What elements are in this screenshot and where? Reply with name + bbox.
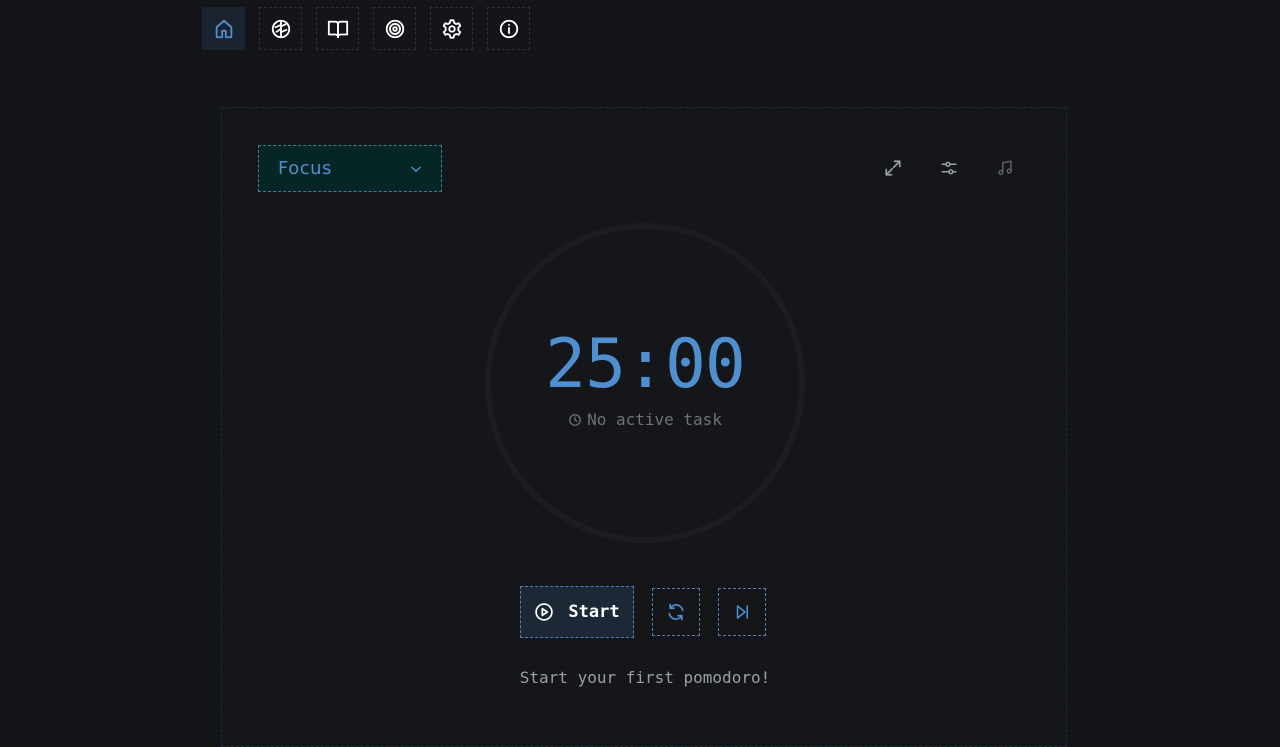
- target-icon: [385, 19, 404, 38]
- top-nav: [202, 7, 530, 50]
- nav-home-button[interactable]: [202, 7, 245, 50]
- sliders-icon: [941, 161, 957, 175]
- reset-button[interactable]: [652, 588, 700, 636]
- nav-book-button[interactable]: [316, 7, 359, 50]
- nav-brain-button[interactable]: [259, 7, 302, 50]
- gear-icon: [442, 18, 461, 39]
- status-message: Start your first pomodoro!: [519, 668, 771, 687]
- nav-target-button[interactable]: [373, 7, 416, 50]
- start-button-label: Start: [568, 602, 620, 622]
- timer-display: 25:00: [545, 325, 746, 404]
- home-icon: [215, 19, 232, 38]
- play-circle-icon: [535, 603, 554, 621]
- mode-select[interactable]: Focus: [258, 145, 442, 192]
- timer-panel: Focus 25:00 No active task Start Start y…: [221, 107, 1067, 747]
- expand-icon: [885, 160, 901, 176]
- nav-settings-button[interactable]: [430, 7, 473, 50]
- mode-select-value: Focus: [278, 158, 332, 179]
- refresh-icon: [668, 603, 684, 621]
- clock-icon: [569, 413, 581, 426]
- music-button[interactable]: [994, 157, 1016, 179]
- fullscreen-button[interactable]: [882, 157, 904, 179]
- timer-toolbar: [882, 157, 1016, 179]
- task-status: No active task: [222, 410, 1068, 429]
- start-button[interactable]: Start: [520, 586, 634, 638]
- chevron-down-icon: [411, 166, 421, 172]
- brain-icon: [271, 19, 290, 38]
- book-icon: [327, 20, 348, 38]
- skip-button[interactable]: [718, 588, 766, 636]
- timer-controls: Start: [520, 586, 766, 638]
- music-icon: [998, 160, 1012, 176]
- timer-settings-button[interactable]: [938, 157, 960, 179]
- skip-forward-icon: [736, 605, 748, 619]
- info-icon: [499, 19, 518, 38]
- nav-info-button[interactable]: [487, 7, 530, 50]
- task-status-text: No active task: [587, 410, 722, 429]
